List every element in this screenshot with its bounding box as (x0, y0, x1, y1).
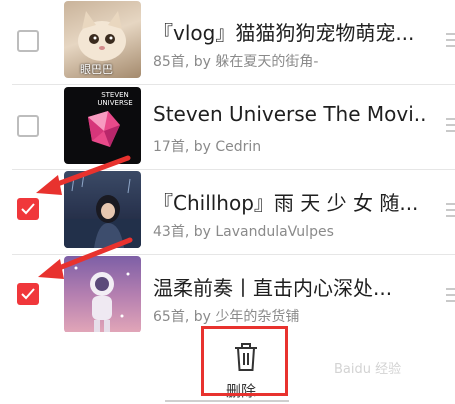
home-indicator (165, 400, 289, 402)
watermark: Baidu 经验 (334, 362, 402, 377)
arrow-icon (38, 237, 133, 279)
arrow-icon (36, 155, 131, 195)
annotation-arrows (36, 155, 133, 279)
